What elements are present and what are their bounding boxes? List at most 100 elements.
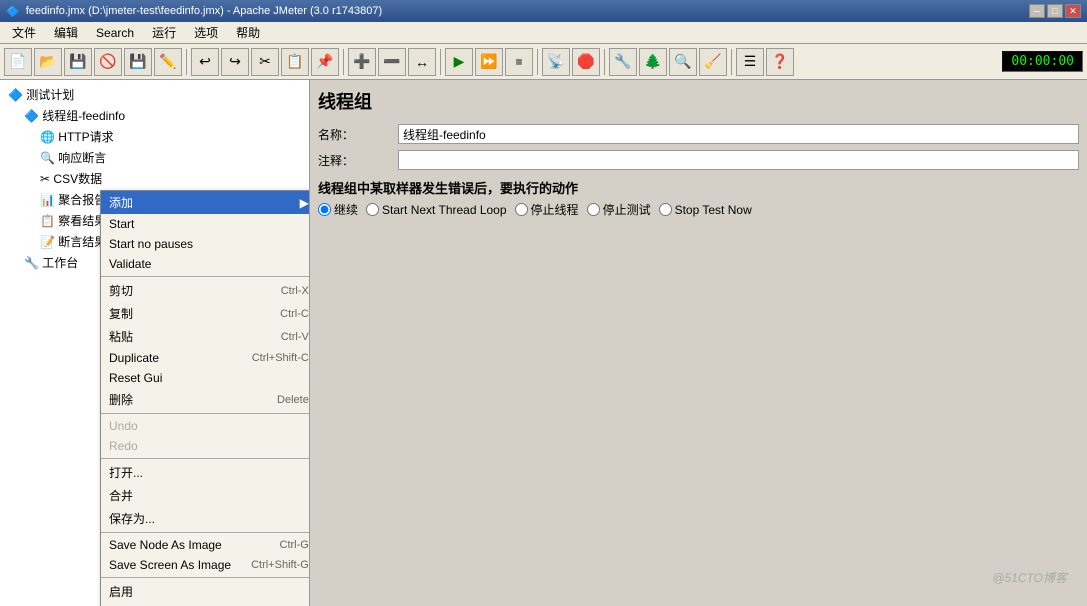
list-button[interactable]: ☰ (736, 48, 764, 76)
clear-button[interactable]: 🧹 (699, 48, 727, 76)
close-button2[interactable]: 🚫 (94, 48, 122, 76)
menu-file[interactable]: 文件 (4, 22, 44, 43)
stop-button[interactable]: ⏹ (505, 48, 533, 76)
panel-title: 线程组 (318, 88, 1079, 114)
thread-group-icon: 🔷 (24, 109, 39, 123)
cm-save-as[interactable]: 保存为... (101, 507, 310, 530)
cm-undo: Undo (101, 416, 310, 436)
help-button[interactable]: ❓ (766, 48, 794, 76)
remote-start-button[interactable]: 📡 (542, 48, 570, 76)
cm-delete[interactable]: 删除 Delete (101, 388, 310, 411)
cm-start[interactable]: Start (101, 214, 310, 234)
remove-button[interactable]: ➖ (378, 48, 406, 76)
remote-stop-button[interactable]: 🛑 (572, 48, 600, 76)
radio-stop-thread-label: 停止线程 (531, 201, 579, 218)
workbench-icon: 🔧 (24, 256, 39, 270)
sep2 (343, 49, 344, 75)
radio-next-thread-input[interactable] (366, 203, 379, 216)
action-title: 线程组中某取样器发生错误后，要执行的动作 (318, 178, 1079, 197)
cm-redo: Redo (101, 436, 310, 456)
app-icon: 🔷 (6, 5, 20, 18)
csv-label: CSV数据 (53, 170, 102, 187)
cm-reset-gui[interactable]: Reset Gui (101, 368, 310, 388)
cm-sep3 (101, 458, 310, 459)
cm-cut[interactable]: 剪切 Ctrl-X (101, 279, 310, 302)
template-button[interactable]: 🌲 (639, 48, 667, 76)
title-bar: 🔷 feedinfo.jmx (D:\jmeter-test\feedinfo.… (0, 0, 1087, 22)
menu-options[interactable]: 选项 (186, 22, 226, 43)
tree-item-csv[interactable]: ✂ CSV数据 (4, 168, 305, 189)
cm-paste[interactable]: 粘贴 Ctrl-V (101, 325, 310, 348)
resp-assertion-label: 响应断言 (58, 149, 106, 166)
open-button[interactable]: 📂 (34, 48, 62, 76)
name-row: 名称： (318, 124, 1079, 144)
cm-add[interactable]: 添加 ▶ (101, 191, 310, 214)
radio-group: 继续 Start Next Thread Loop 停止线程 停止测试 Stop… (318, 201, 1079, 218)
menu-edit[interactable]: 编辑 (46, 22, 86, 43)
name-input[interactable] (398, 124, 1079, 144)
search-btn[interactable]: 🔍 (669, 48, 697, 76)
maximize-button[interactable]: □ (1047, 4, 1063, 18)
save2-button[interactable]: 💾 (124, 48, 152, 76)
cut-button[interactable]: ✂ (251, 48, 279, 76)
sep4 (537, 49, 538, 75)
radio-next-thread-label: Start Next Thread Loop (382, 203, 507, 217)
new-button[interactable]: 📄 (4, 48, 32, 76)
cm-start-no-pauses[interactable]: Start no pauses (101, 234, 310, 254)
name-label: 名称： (318, 126, 398, 143)
cm-merge[interactable]: 合并 (101, 484, 310, 507)
cm-enable[interactable]: 启用 (101, 580, 310, 603)
cm-validate[interactable]: Validate (101, 254, 310, 274)
test-plan-label: 测试计划 (26, 86, 74, 103)
add-arrow-icon: ▶ (300, 196, 309, 210)
radio-next-thread[interactable]: Start Next Thread Loop (366, 203, 507, 217)
radio-continue[interactable]: 继续 (318, 201, 358, 218)
cm-duplicate[interactable]: Duplicate Ctrl+Shift-C (101, 348, 310, 368)
cm-copy[interactable]: 复制 Ctrl-C (101, 302, 310, 325)
radio-stop-thread[interactable]: 停止线程 (515, 201, 579, 218)
function-helper-button[interactable]: 🔧 (609, 48, 637, 76)
menu-bar: 文件 编辑 Search 运行 选项 帮助 (0, 22, 1087, 44)
right-panel: 线程组 名称： 注释： 线程组中某取样器发生错误后，要执行的动作 继续 Star… (310, 80, 1087, 606)
radio-continue-input[interactable] (318, 203, 331, 216)
save-button[interactable]: 💾 (64, 48, 92, 76)
radio-stop-test-now-input[interactable] (659, 203, 672, 216)
comments-input[interactable] (398, 150, 1079, 170)
radio-stop-test[interactable]: 停止测试 (587, 201, 651, 218)
watermark: @51CTO博客 (992, 569, 1067, 586)
sep5 (604, 49, 605, 75)
window-controls: ─ □ ✕ (1029, 4, 1081, 18)
context-menu: 添加 ▶ Start Start no pauses Validate 剪切 C… (100, 190, 310, 606)
tree-item-test-plan[interactable]: 🔷 测试计划 (4, 84, 305, 105)
add-button[interactable]: ➕ (348, 48, 376, 76)
redo-button[interactable]: ↪ (221, 48, 249, 76)
workbench-label: 工作台 (42, 254, 78, 271)
main-area: 🔷 测试计划 🔷 线程组-feedinfo 🌐 HTTP请求 🔍 响应断言 ✂ … (0, 80, 1087, 606)
copy-button[interactable]: 📋 (281, 48, 309, 76)
start-button[interactable]: ▶ (445, 48, 473, 76)
cm-save-screen[interactable]: Save Screen As Image Ctrl+Shift-G (101, 555, 310, 575)
menu-help[interactable]: 帮助 (228, 22, 268, 43)
tree-item-thread-group[interactable]: 🔷 线程组-feedinfo (4, 105, 305, 126)
tree-item-response-assertion[interactable]: 🔍 响应断言 (4, 147, 305, 168)
paste-button[interactable]: 📌 (311, 48, 339, 76)
menu-run[interactable]: 运行 (144, 22, 184, 43)
tree-item-http[interactable]: 🌐 HTTP请求 (4, 126, 305, 147)
radio-stop-thread-input[interactable] (515, 203, 528, 216)
cm-save-node[interactable]: Save Node As Image Ctrl-G (101, 535, 310, 555)
cm-open[interactable]: 打开... (101, 461, 310, 484)
sep6 (731, 49, 732, 75)
cm-sep1 (101, 276, 310, 277)
undo-button[interactable]: ↩ (191, 48, 219, 76)
move-button[interactable]: ↔ (408, 48, 436, 76)
menu-search[interactable]: Search (88, 24, 142, 42)
radio-stop-test-input[interactable] (587, 203, 600, 216)
minimize-button[interactable]: ─ (1029, 4, 1045, 18)
close-button[interactable]: ✕ (1065, 4, 1081, 18)
cm-sep2 (101, 413, 310, 414)
radio-stop-test-now[interactable]: Stop Test Now (659, 203, 752, 217)
cm-sep5 (101, 577, 310, 578)
start-no-pause-button[interactable]: ⏩ (475, 48, 503, 76)
comments-label: 注释： (318, 152, 398, 169)
edit-button[interactable]: ✏️ (154, 48, 182, 76)
